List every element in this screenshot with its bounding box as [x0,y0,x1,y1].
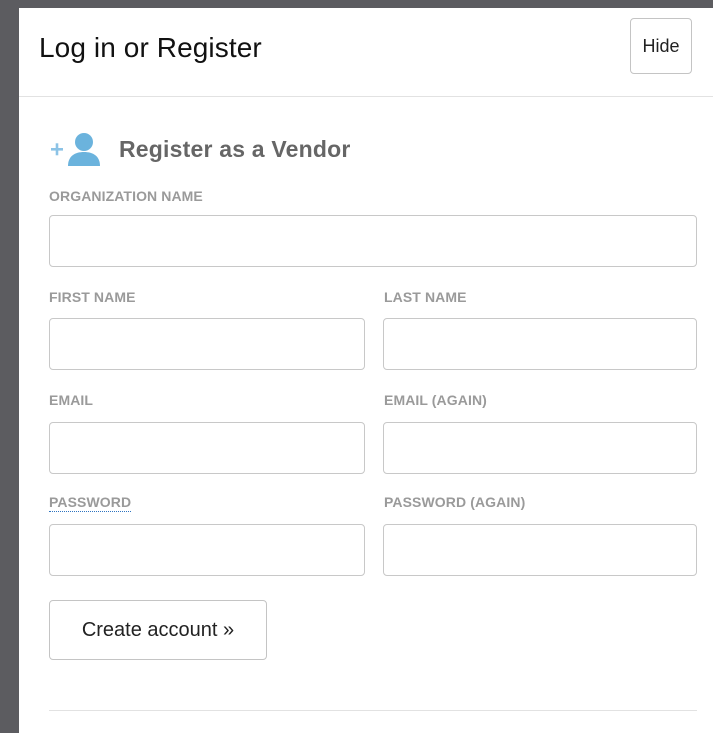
organization-name-label: ORGANIZATION NAME [49,188,203,204]
first-name-input[interactable] [49,318,365,370]
email-again-label: EMAIL (AGAIN) [384,392,487,408]
first-name-label: FIRST NAME [49,289,136,305]
password-again-label: PASSWORD (AGAIN) [384,494,526,510]
email-label: EMAIL [49,392,94,408]
hide-button[interactable]: Hide [630,18,692,74]
panel-header: Log in or Register Hide [19,8,713,97]
last-name-input[interactable] [383,318,697,370]
email-again-input[interactable] [383,422,697,474]
password-again-input[interactable] [383,524,697,576]
login-register-panel: Log in or Register Hide Register as a Ve… [19,8,713,733]
panel-title: Log in or Register [39,32,262,63]
last-name-label: LAST NAME [384,289,467,305]
register-vendor-title: Register as a Vendor [119,136,351,162]
email-input[interactable] [49,422,365,474]
organization-name-input[interactable] [49,215,697,267]
password-input[interactable] [49,524,365,576]
add-user-icon [51,133,100,166]
section-divider [49,710,697,711]
create-account-button[interactable]: Create account » [49,600,267,660]
password-label[interactable]: PASSWORD [49,494,132,512]
